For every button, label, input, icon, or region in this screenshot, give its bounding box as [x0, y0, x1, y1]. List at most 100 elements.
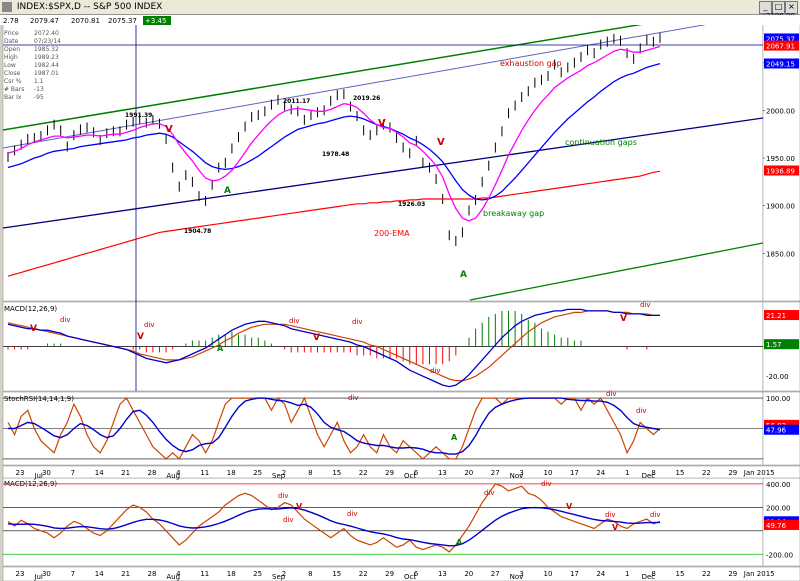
x-axis-month: Oct — [404, 573, 416, 581]
macd1-title: MACD(12,26,9) — [4, 305, 57, 313]
x-axis-day-tick: 17 — [570, 469, 579, 477]
x-axis-day-tick: 14 — [95, 469, 104, 477]
header-change: +3.45 — [145, 17, 166, 25]
data-window-value: 2072.40 — [34, 30, 59, 37]
x-axis-month: Oct — [404, 472, 416, 480]
macd1-v-marker: V — [30, 324, 37, 334]
ema200-label: 200-EMA — [374, 229, 410, 238]
data-window-value: 1.1 — [34, 78, 44, 85]
x-axis-day-tick: Jan 2015 — [743, 570, 775, 578]
stochrsi-a-marker: A — [451, 433, 458, 442]
x-axis-day-tick: 8 — [308, 469, 312, 477]
x-axis-month: Dec — [642, 472, 656, 480]
x-axis-day-tick: 7 — [71, 469, 75, 477]
x-axis-day-tick: 25 — [253, 570, 262, 578]
x-axis-month: Aug — [166, 573, 180, 581]
price-right-tag: 1936.89 — [766, 167, 795, 175]
x-axis-month: Nov — [510, 573, 524, 581]
price-marker-v: V — [165, 124, 173, 135]
price-y-tick: 1950.00 — [766, 155, 795, 163]
data-window-value: 1987.01 — [34, 70, 59, 77]
x-axis-day-tick: 11 — [200, 570, 209, 578]
price-right-tag: 2049.15 — [766, 60, 795, 68]
macd2-v-marker: V — [612, 523, 619, 532]
data-window-label: Date — [4, 38, 19, 45]
macd2-div-label: div — [347, 510, 358, 518]
x-axis-day-tick: 18 — [227, 570, 236, 578]
x-axis-day-tick: 15 — [676, 469, 685, 477]
macd1-v-marker: V — [137, 332, 144, 342]
x-axis-day-tick: 10 — [544, 469, 553, 477]
x-axis-day-tick: 15 — [676, 570, 685, 578]
x-axis-day-tick: 28 — [148, 469, 157, 477]
macd2-v-marker: V — [566, 502, 573, 511]
price-right-tag: 2067.91 — [766, 43, 795, 51]
macd1-v-marker: V — [620, 314, 627, 324]
x-axis-day-tick: 7 — [71, 570, 75, 578]
stochrsi-div-label: div — [348, 394, 359, 402]
x-axis-month: Dec — [642, 573, 656, 581]
x-axis-day-tick: 27 — [491, 469, 500, 477]
x-axis-day-tick: 15 — [332, 469, 341, 477]
price-marker-v: V — [378, 118, 386, 129]
price-y-tick: 1900.00 — [766, 203, 795, 211]
x-axis-month: Jul — [33, 573, 43, 581]
price-y-tick: 1850.00 — [766, 250, 795, 258]
macd2-a-marker: A — [456, 538, 463, 547]
price-y-tick: 2000.00 — [766, 107, 795, 115]
macd2-right-tag: 49.76 — [766, 522, 787, 530]
macd2-div-label: div — [278, 492, 289, 500]
x-axis-day-tick: 1 — [625, 570, 629, 578]
macd1-div-label: div — [430, 367, 441, 375]
x-axis-day-tick: 18 — [227, 469, 236, 477]
macd2-div-label: div — [605, 511, 616, 519]
macd2-div-label: div — [650, 511, 661, 519]
price-label-low-2: 1926.03 — [398, 201, 425, 208]
header-last: 2079.47 — [30, 17, 59, 25]
x-axis-day-tick: 22 — [359, 469, 368, 477]
x-axis-day-tick: 20 — [464, 570, 473, 578]
data-window-label: Bar Ix — [4, 94, 22, 101]
macd1-div-label: div — [60, 316, 71, 324]
data-window-label: Close — [4, 70, 21, 77]
macd1-div-label: div — [352, 318, 363, 326]
x-axis-day-tick: 8 — [308, 570, 312, 578]
x-axis-day-tick: 24 — [596, 570, 605, 578]
data-window-value: 07/23/14 — [34, 38, 61, 45]
chart-window: INDEX:$SPX,D -- S&P 500 INDEX _ □ × 2100… — [0, 0, 800, 581]
x-axis-day-tick: 17 — [570, 570, 579, 578]
x-axis-day-tick: 24 — [596, 469, 605, 477]
exhaustion-gap-label: exhaustion gap — [500, 59, 562, 68]
price-marker-a: A — [224, 186, 231, 196]
stochrsi-div-label: div — [606, 390, 617, 398]
macd1-div-label: div — [144, 321, 155, 329]
panel-price — [2, 14, 764, 302]
data-window-label: Price — [4, 30, 19, 37]
price-marker-v: V — [437, 137, 445, 148]
header-mid: 2070.81 — [71, 17, 100, 25]
data-window-value: 1989.23 — [34, 54, 59, 61]
macd2-y-tick: -200.00 — [766, 551, 793, 559]
price-label-low-1: 1978.48 — [322, 151, 349, 158]
data-window-label: Open — [4, 46, 20, 53]
data-window-value: -13 — [34, 86, 44, 93]
x-axis-day-tick: 11 — [200, 469, 209, 477]
x-axis-day-tick: 21 — [121, 570, 130, 578]
x-axis-month: Nov — [510, 472, 524, 480]
data-window-value: 1982.44 — [34, 62, 59, 69]
x-axis-day-tick: 15 — [332, 570, 341, 578]
macd1-y-tick: -20.00 — [766, 373, 789, 381]
x-axis-month: Sep — [272, 573, 286, 581]
macd2-div-label: div — [283, 516, 294, 524]
macd1-div-label: div — [289, 317, 300, 325]
macd2-div-label: div — [484, 489, 495, 497]
price-label-low-3: 1904.78 — [184, 228, 211, 235]
x-axis-day-tick: 29 — [385, 570, 394, 578]
macd2-div-label: div — [541, 480, 552, 488]
data-window-label: Csr % — [4, 78, 22, 85]
x-axis-day-tick: 28 — [148, 570, 157, 578]
x-axis-month: Aug — [166, 472, 180, 480]
breakaway-gap-label: breakaway gap — [483, 209, 544, 218]
price-marker-a: A — [460, 270, 467, 280]
x-axis-day-tick: 22 — [702, 469, 711, 477]
